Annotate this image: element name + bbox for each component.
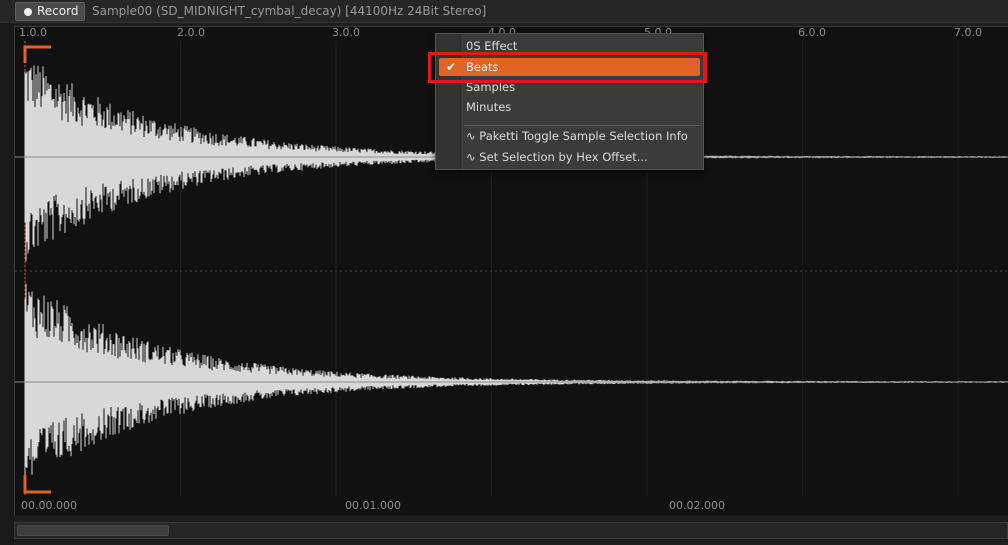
left-gutter — [0, 22, 14, 545]
menu-item-minutes[interactable]: Minutes — [436, 97, 703, 117]
ruler-label: 6.0.0 — [798, 26, 826, 39]
record-button[interactable]: Record — [15, 2, 86, 21]
sample-editor-header: Record Sample00 (SD_MIDNIGHT_cymbal_deca… — [0, 0, 1008, 23]
scrollbar-thumb[interactable] — [17, 525, 169, 536]
time-label: 00.01.000 — [345, 499, 401, 512]
ruler-label: 7.0.0 — [954, 26, 982, 39]
menu-item-set-selection-hex[interactable]: ∿ Set Selection by Hex Offset... — [436, 147, 703, 167]
menu-item-label: Minutes — [466, 100, 512, 114]
time-label: 00.02.000 — [669, 499, 725, 512]
sample-title: Sample00 (SD_MIDNIGHT_cymbal_decay) [441… — [92, 4, 487, 18]
annotation-highlight-box — [428, 52, 707, 83]
ruler-label: 3.0.0 — [332, 26, 360, 39]
ruler-label: 2.0.0 — [177, 26, 205, 39]
record-label: Record — [37, 4, 79, 18]
time-ruler[interactable]: 00.00.000 00.01.000 00.02.000 — [15, 496, 1008, 514]
menu-item-label: ∿ Set Selection by Hex Offset... — [466, 150, 648, 164]
horizontal-scrollbar[interactable] — [14, 522, 1008, 539]
record-dot-icon — [24, 7, 32, 16]
menu-item-label: ∿ Paketti Toggle Sample Selection Info — [466, 129, 688, 143]
ruler-label: 1.0.0 — [19, 26, 47, 39]
time-label: 00.00.000 — [21, 499, 77, 512]
menu-item-toggle-selection-info[interactable]: ∿ Paketti Toggle Sample Selection Info — [436, 126, 703, 146]
